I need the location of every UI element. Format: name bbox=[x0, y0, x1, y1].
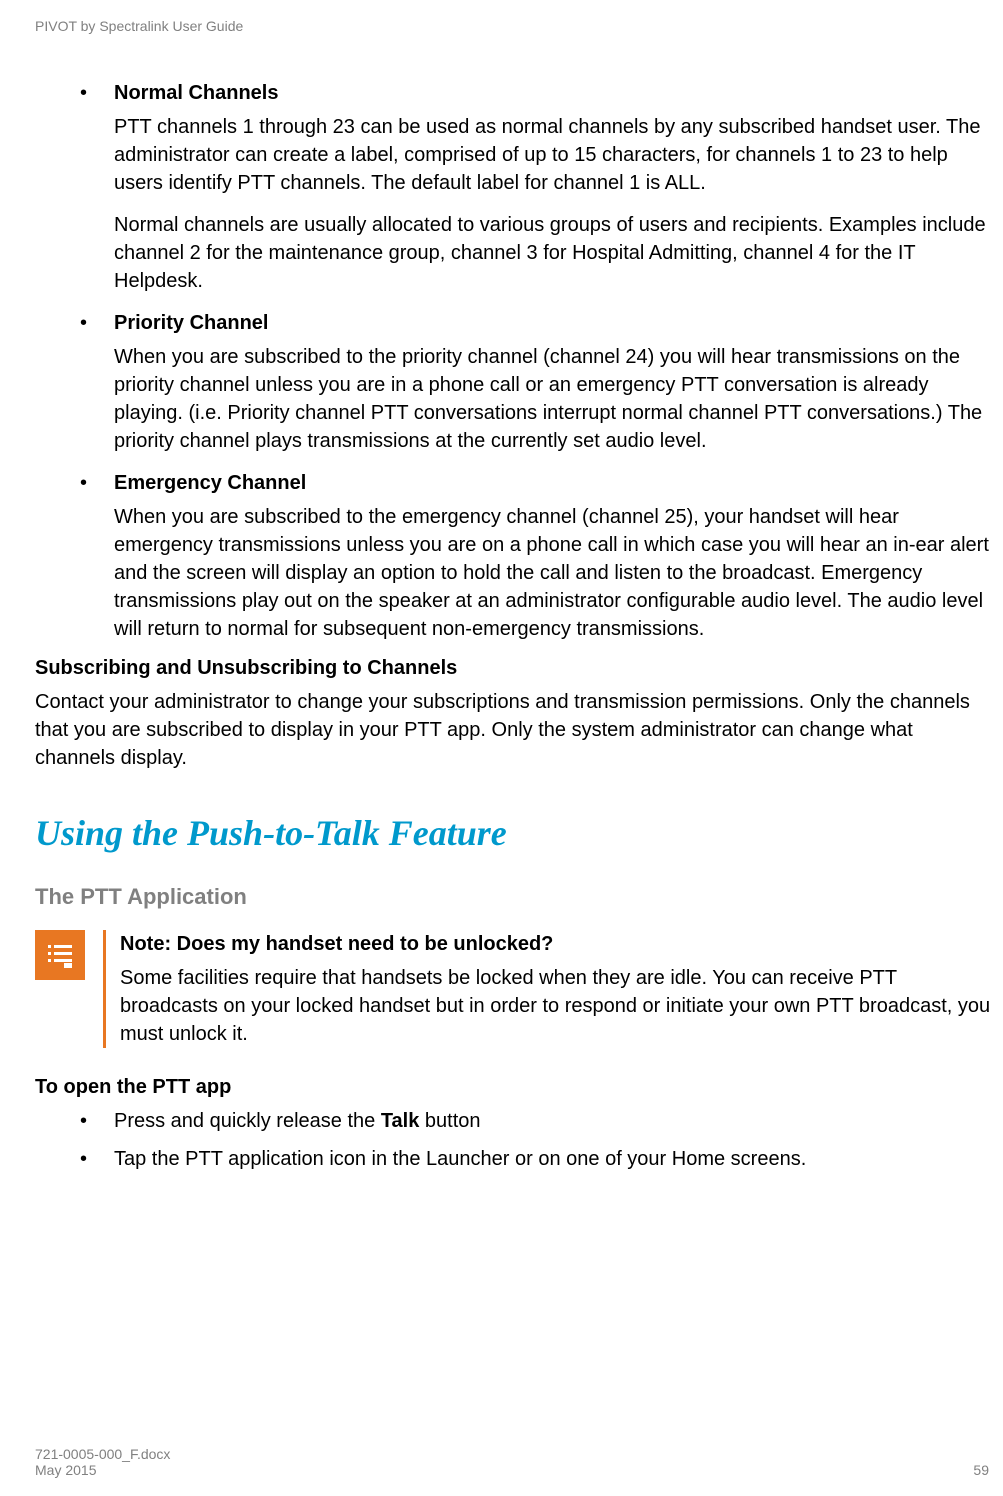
heading-open-ptt: To open the PTT app bbox=[35, 1076, 995, 1099]
para-subscribing: Contact your administrator to change you… bbox=[35, 688, 995, 772]
heading-subscribing: Subscribing and Unsubscribing to Channel… bbox=[35, 657, 995, 680]
para-priority-1: When you are subscribed to the priority … bbox=[114, 343, 995, 455]
bullet-dot-icon: • bbox=[80, 469, 114, 497]
note-divider bbox=[103, 930, 106, 1048]
bullet-priority-channel: • Priority Channel bbox=[80, 309, 995, 337]
note-block: Note: Does my handset need to be unlocke… bbox=[35, 930, 995, 1048]
footer-doc-number: 721-0005-000_F.docx bbox=[35, 1446, 170, 1462]
page-header: PIVOT by Spectralink User Guide bbox=[35, 18, 1003, 34]
text-post: button bbox=[419, 1110, 480, 1132]
para-normal-2: Normal channels are usually allocated to… bbox=[114, 211, 995, 295]
para-emergency-1: When you are subscribed to the emergency… bbox=[114, 503, 995, 643]
note-icon bbox=[35, 930, 85, 980]
heading-priority-channel: Priority Channel bbox=[114, 309, 268, 337]
text-bold-talk: Talk bbox=[381, 1110, 420, 1132]
section-title-ptt-feature: Using the Push-to-Talk Feature bbox=[35, 812, 995, 854]
list-icon bbox=[44, 939, 76, 971]
bullet-dot-icon: • bbox=[80, 1145, 114, 1173]
bullet-dot-icon: • bbox=[80, 1107, 114, 1135]
para-normal-1: PTT channels 1 through 23 can be used as… bbox=[114, 113, 995, 197]
bullet-open-ptt-2: • Tap the PTT application icon in the La… bbox=[80, 1145, 995, 1173]
sub-section-title-ptt-app: The PTT Application bbox=[35, 884, 995, 910]
note-title: Note: Does my handset need to be unlocke… bbox=[120, 930, 995, 958]
note-body: Some facilities require that handsets be… bbox=[120, 964, 995, 1048]
bullet-text-open-2: Tap the PTT application icon in the Laun… bbox=[114, 1145, 806, 1173]
page-footer: 721-0005-000_F.docx May 2015 59 bbox=[35, 1446, 989, 1478]
footer-page-number: 59 bbox=[973, 1462, 989, 1478]
note-content: Note: Does my handset need to be unlocke… bbox=[120, 930, 995, 1048]
text-pre: Press and quickly release the bbox=[114, 1110, 381, 1132]
heading-normal-channels: Normal Channels bbox=[114, 79, 278, 107]
bullet-open-ptt-1: • Press and quickly release the Talk but… bbox=[80, 1107, 995, 1135]
heading-emergency-channel: Emergency Channel bbox=[114, 469, 306, 497]
bullet-text-open-1: Press and quickly release the Talk butto… bbox=[114, 1107, 481, 1135]
footer-date: May 2015 bbox=[35, 1462, 170, 1478]
bullet-emergency-channel: • Emergency Channel bbox=[80, 469, 995, 497]
bullet-dot-icon: • bbox=[80, 309, 114, 337]
footer-left: 721-0005-000_F.docx May 2015 bbox=[35, 1446, 170, 1478]
page-content: • Normal Channels PTT channels 1 through… bbox=[35, 79, 1003, 1173]
bullet-dot-icon: • bbox=[80, 79, 114, 107]
bullet-normal-channels: • Normal Channels bbox=[80, 79, 995, 107]
